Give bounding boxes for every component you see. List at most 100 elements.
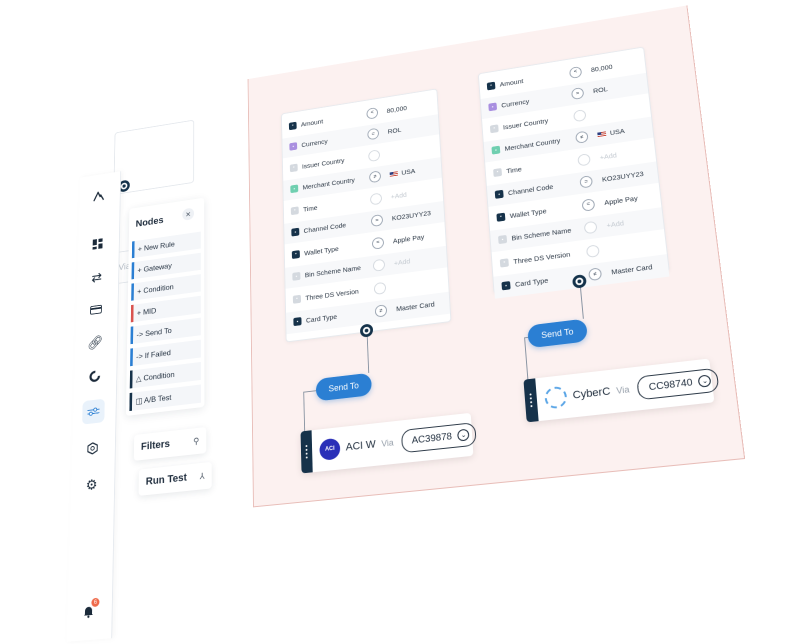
field-label: Card Type: [305, 312, 338, 325]
send-to-button[interactable]: Send To: [527, 318, 588, 349]
operator-button[interactable]: [373, 281, 387, 295]
operator-button[interactable]: =: [367, 127, 380, 141]
field-icon: ▪: [498, 234, 508, 245]
operator-button[interactable]: =: [581, 197, 596, 212]
nodes-palette: Nodes ✕ + New Rule + Gateway + Condition + …: [125, 197, 205, 416]
card-icon[interactable]: [85, 297, 107, 322]
field-value[interactable]: 80,000: [591, 62, 613, 73]
filters-button[interactable]: Filters ⚲: [133, 426, 207, 461]
drag-handle[interactable]: [523, 378, 539, 423]
connector-line: [303, 390, 317, 393]
field-value[interactable]: ROL: [593, 85, 608, 95]
field-value[interactable]: +Add: [391, 190, 407, 200]
field-icon: ▪: [292, 271, 301, 281]
workflow-builder: on Via ⇄ 🔗︎ ⚙︎ 6 Nodes ✕ +: [42, 0, 800, 642]
rule-card[interactable]: ▪ Amount <80,000 ▪ Currency = ROL ▪ Issuer Count…: [477, 46, 670, 299]
field-value[interactable]: 80,000: [387, 104, 408, 115]
close-icon[interactable]: ✕: [182, 207, 195, 221]
field-value[interactable]: Master Card: [396, 300, 435, 313]
operator-button[interactable]: [573, 108, 587, 122]
operator-button[interactable]: =: [371, 236, 385, 250]
operator-button[interactable]: <: [568, 65, 583, 79]
mid-value: CC98740: [648, 376, 694, 393]
connector-line: [303, 391, 306, 432]
operator-button[interactable]: [368, 148, 381, 162]
field-label: Merchant Country: [302, 176, 355, 192]
gateway-via-label: Via: [615, 384, 630, 396]
field-icon: ▪: [501, 281, 511, 291]
bell-icon[interactable]: 6: [77, 597, 101, 626]
field-label: Currency: [501, 97, 530, 110]
field-icon: ▪: [289, 142, 298, 151]
palette-item[interactable]: △ Condition: [129, 361, 201, 389]
field-value[interactable]: Master Card: [611, 263, 653, 277]
gear-icon[interactable]: ⚙︎: [80, 472, 103, 499]
gateway-card[interactable]: CyberC Via CC98740 ⌄: [523, 358, 721, 423]
sliders-icon[interactable]: [82, 398, 105, 425]
field-value[interactable]: KO23UYY23: [602, 170, 644, 184]
field-label: Time: [302, 203, 318, 213]
operator-button[interactable]: =: [370, 214, 384, 227]
operator-button[interactable]: ≠: [374, 304, 388, 318]
us-flag-icon: [389, 170, 398, 178]
run-test-button[interactable]: Run Test ⅄: [138, 461, 212, 496]
field-value[interactable]: Apple Pay: [604, 194, 638, 207]
gateway-logo: ACI: [319, 437, 341, 461]
operator-button[interactable]: [372, 258, 386, 272]
operator-button[interactable]: =: [571, 87, 585, 101]
field-label: Bin Scheme Name: [511, 226, 572, 243]
operator-button[interactable]: [577, 152, 591, 167]
field-label: Wallet Type: [304, 244, 339, 257]
field-value[interactable]: USA: [401, 167, 415, 177]
field-icon: ▪: [289, 163, 298, 172]
field-icon: ▪: [494, 189, 504, 199]
operator-button[interactable]: ≠: [369, 170, 382, 184]
send-to-button[interactable]: Send To: [315, 372, 372, 402]
rule-card[interactable]: ▪ Amount <80,000 ▪ Currency = ROL ▪ Issuer Count…: [280, 88, 452, 343]
palette-item[interactable]: ◫ A/B Test: [129, 384, 201, 412]
field-value[interactable]: KO23UYY23: [392, 209, 431, 222]
operator-button[interactable]: ≠: [575, 130, 589, 144]
field-label: Issuer Country: [502, 116, 549, 131]
field-label: Currency: [301, 137, 328, 149]
operator-button[interactable]: [369, 192, 383, 205]
link-icon[interactable]: 🔗︎: [84, 330, 106, 355]
operator-button[interactable]: [583, 220, 598, 235]
field-value[interactable]: USA: [609, 127, 625, 137]
operator-button[interactable]: =: [579, 175, 593, 189]
field-label: Issuer Country: [301, 156, 345, 171]
operator-button[interactable]: <: [366, 106, 379, 120]
field-value[interactable]: Apple Pay: [393, 232, 425, 244]
drag-handle[interactable]: [300, 430, 313, 474]
palette-title: Nodes: [135, 215, 164, 230]
field-value[interactable]: +Add: [394, 257, 411, 267]
mid-select[interactable]: CC98740 ⌄: [636, 367, 721, 401]
shield-icon[interactable]: [81, 435, 104, 461]
workflow-canvas[interactable]: ▪ Amount <80,000 ▪ Currency = ROL ▪ Issuer Count…: [247, 5, 746, 508]
transfer-icon[interactable]: ⇄: [86, 265, 108, 290]
gateway-logo: [543, 385, 568, 410]
field-icon: ▪: [292, 294, 302, 304]
field-icon: ▪: [290, 205, 299, 215]
field-icon: ▪: [288, 121, 297, 130]
connector-node[interactable]: [359, 323, 374, 338]
operator-button[interactable]: ≠: [588, 267, 603, 282]
field-value[interactable]: +Add: [599, 151, 617, 161]
logo-icon[interactable]: [88, 184, 110, 208]
gateway-card[interactable]: ACI ACI W Via AC39878 ⌄: [300, 412, 478, 474]
field-icon: ▪: [496, 212, 506, 222]
mid-select[interactable]: AC39878 ⌄: [400, 422, 478, 454]
dashboard-icon[interactable]: [87, 232, 109, 257]
mid-value: AC39878: [411, 430, 453, 446]
field-label: Merchant Country: [504, 136, 561, 153]
field-label: Wallet Type: [509, 206, 547, 220]
field-icon: ▪: [291, 227, 300, 237]
filters-label: Filters: [140, 438, 170, 453]
field-value[interactable]: ROL: [388, 126, 402, 136]
connector-line: [579, 287, 584, 319]
field-label: Three DS Version: [305, 286, 359, 302]
chart-icon[interactable]: [83, 363, 106, 389]
field-value[interactable]: +Add: [606, 219, 624, 230]
operator-button[interactable]: [585, 243, 600, 258]
field-label: Bin Scheme Name: [304, 263, 361, 280]
